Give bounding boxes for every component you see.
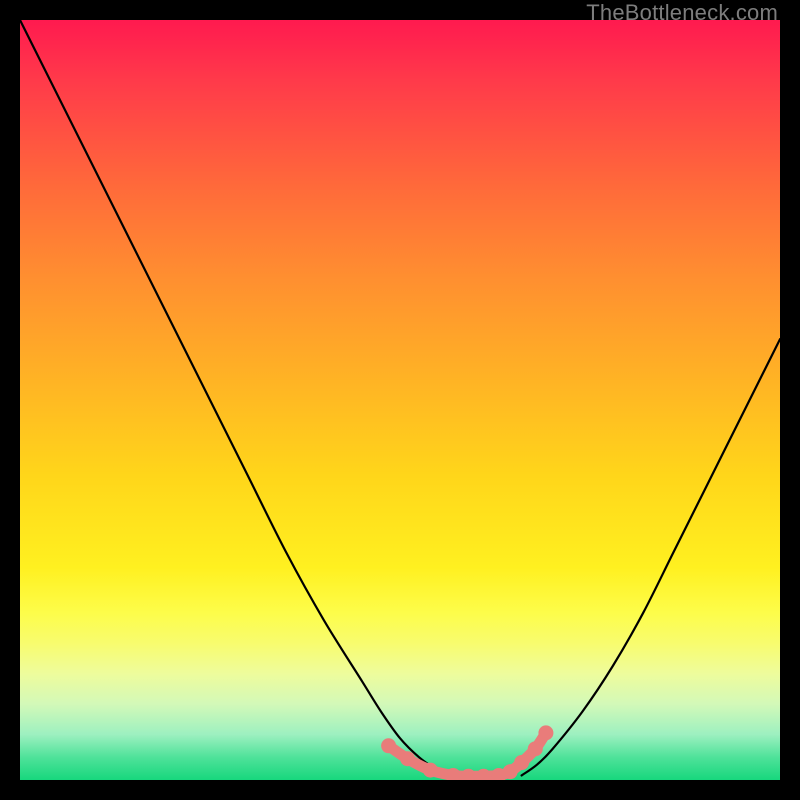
highlight-dot [538,725,553,740]
watermark-text: TheBottleneck.com [586,0,778,26]
highlight-dot [476,769,491,780]
right-curve [522,339,780,775]
plot-area [20,20,780,780]
curve-layer [20,20,780,780]
highlight-dot [461,769,476,780]
left-curve [20,20,446,775]
highlight-dot [514,755,529,770]
highlight-dot [423,763,438,778]
chart-frame: TheBottleneck.com [0,0,800,800]
highlight-dot [381,738,396,753]
highlight-dot [400,751,415,766]
highlight-dot [528,741,543,756]
